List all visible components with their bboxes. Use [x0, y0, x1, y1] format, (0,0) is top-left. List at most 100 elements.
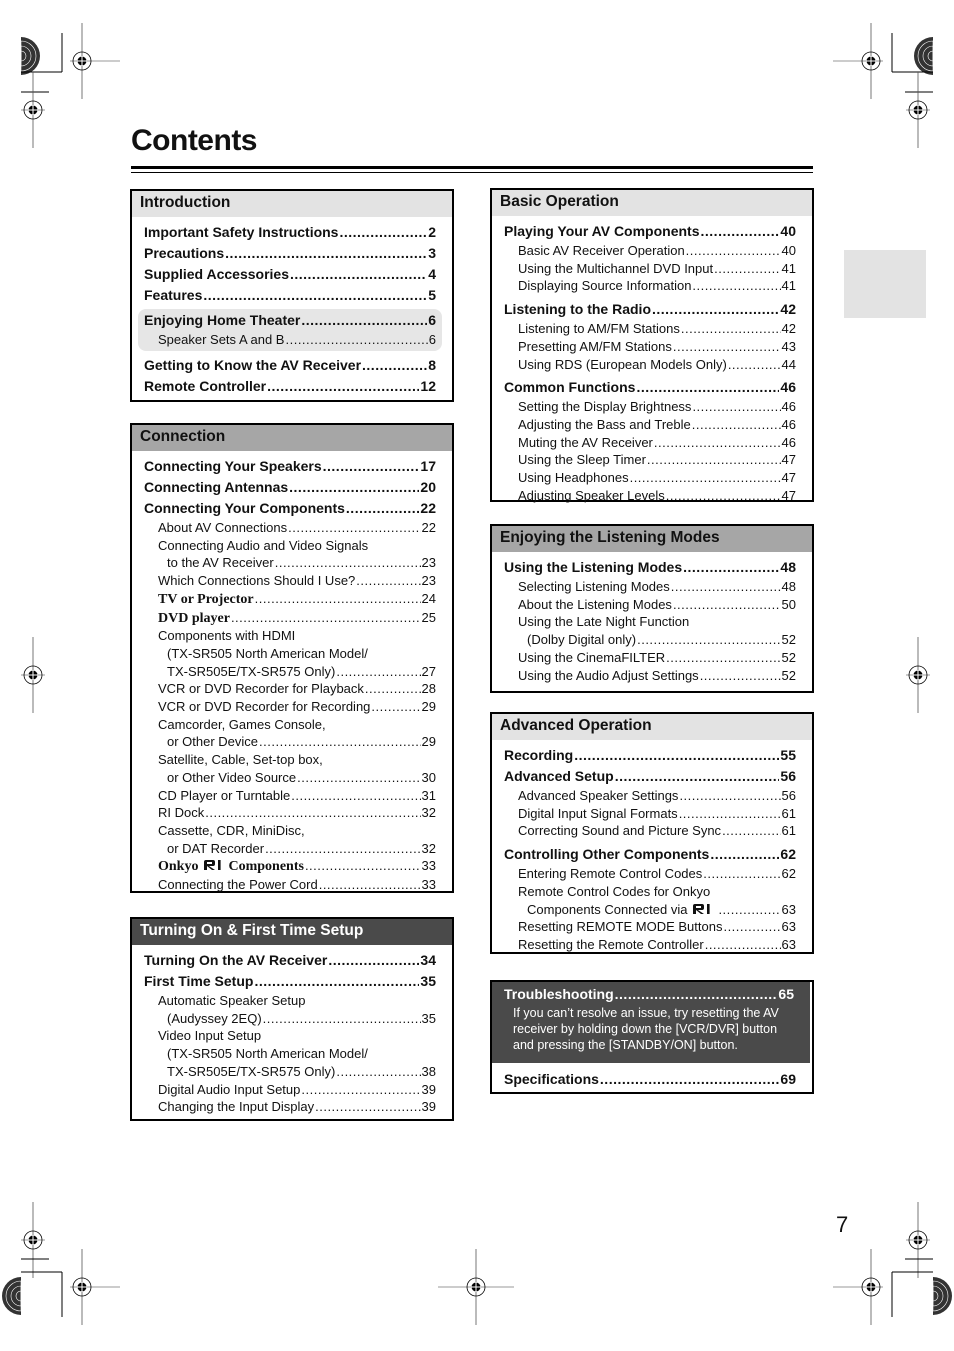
dot-leader: [671, 578, 781, 596]
toc-page-number: 42: [780, 301, 796, 318]
toc-entry[interactable]: Listening to the Radio 42: [504, 299, 796, 320]
dot-leader: [722, 822, 780, 840]
toc-entry-title: First Time Setup: [144, 973, 254, 989]
toc-subentry[interactable]: Digital Audio Input Setup 39: [144, 1081, 436, 1099]
toc-subentry[interactable]: or Other Device 29: [144, 733, 436, 751]
toc-subentry[interactable]: Speaker Sets A and B 6: [144, 331, 436, 349]
page-title: Contents: [131, 124, 258, 157]
toc-entry-title: Resetting the Remote Controller: [518, 936, 704, 952]
toc-subentry: (TX-SR505 North American Model/: [144, 645, 436, 663]
toc-subentry[interactable]: Connecting the Power Cord 33: [144, 876, 436, 894]
toc-subentry[interactable]: Which Connections Should I Use? 23: [144, 572, 436, 590]
toc-subentry[interactable]: TX-SR505E/TX-SR575 Only) 27: [144, 663, 436, 681]
toc-entry[interactable]: Features 5: [144, 285, 436, 306]
toc-entry[interactable]: Remote Controller 12: [144, 376, 436, 397]
toc-page-number: 62: [781, 866, 796, 882]
toc-subentry: Cassette, CDR, MiniDisc,: [144, 822, 436, 840]
toc-subentry[interactable]: Using Headphones 47: [504, 469, 796, 487]
toc-entry-title: Recording: [504, 747, 574, 763]
toc-subentry[interactable]: Listening to AM/FM Stations 42: [504, 320, 796, 338]
toc-page-number: 35: [421, 1010, 436, 1026]
section-body: Using the Listening Modes48Selecting Lis…: [492, 552, 812, 690]
toc-subentry[interactable]: Using the Audio Adjust Settings 52: [504, 667, 796, 685]
toc-entry-title: Enjoying Home Theater: [144, 312, 301, 328]
toc-subentry[interactable]: or Other Video Source 30: [144, 769, 436, 787]
toc-entry[interactable]: Important Safety Instructions 2: [144, 222, 436, 243]
toc-entry[interactable]: Connecting Your Speakers 17: [144, 456, 436, 477]
toc-subentry[interactable]: About the Listening Modes 50: [504, 596, 796, 614]
toc-entry[interactable]: Specifications 69: [504, 1069, 796, 1090]
toc-subentry[interactable]: TX-SR505E/TX-SR575 Only) 38: [144, 1063, 436, 1081]
toc-subentry[interactable]: Entering Remote Control Codes 62: [504, 865, 796, 883]
toc-subentry[interactable]: Using the Multichannel DVD Input 41: [504, 260, 796, 278]
toc-subentry[interactable]: Using the CinemaFILTER 52: [504, 649, 796, 667]
toc-subentry[interactable]: Setting the Display Brightness 46: [504, 398, 796, 416]
toc-subentry[interactable]: Advanced Speaker Settings 56: [504, 787, 796, 805]
dot-leader: [255, 590, 421, 608]
toc-section-turning-on-first-time-setup: Turning On & First Time Setup Turning On …: [130, 917, 454, 1121]
toc-entry[interactable]: Common Functions 46: [504, 377, 796, 398]
toc-entry[interactable]: Connecting Antennas 20: [144, 477, 436, 498]
toc-entry[interactable]: Enjoying Home Theater 6: [144, 310, 436, 331]
toc-subentry[interactable]: Resetting REMOTE MODE Buttons 63: [504, 918, 796, 936]
toc-entry[interactable]: Getting to Know the AV Receiver 8: [144, 355, 436, 376]
toc-entry-title: Listening to AM/FM Stations: [518, 321, 680, 337]
toc-page-number: 33: [421, 877, 436, 893]
toc-subentry: Camcorder, Games Console,: [144, 716, 436, 734]
toc-entry[interactable]: Advanced Setup 56: [504, 766, 796, 787]
toc-page-number: 42: [781, 321, 796, 337]
toc-subentry[interactable]: (Dolby Digital only) 52: [504, 631, 796, 649]
toc-subentry[interactable]: Presetting AM/FM Stations 43: [504, 338, 796, 356]
toc-entry[interactable]: Controlling Other Components 62: [504, 844, 796, 865]
toc-subentry[interactable]: Muting the AV Receiver 46: [504, 434, 796, 452]
section-body: Recording55Advanced Setup56Advanced Spea…: [492, 740, 812, 960]
toc-subentry[interactable]: Using RDS (European Models Only) 44: [504, 356, 796, 374]
toc-subentry[interactable]: RI Dock 32: [144, 804, 436, 822]
highlighted-entry-group: Enjoying Home Theater6Speaker Sets A and…: [138, 309, 442, 351]
toc-entry-title: Connecting Audio and Video Signals: [158, 537, 369, 553]
toc-entry-title: Components Connected via: [527, 901, 717, 919]
toc-page-number: 32: [421, 805, 436, 821]
toc-subentry[interactable]: Changing the Input Display 39: [144, 1098, 436, 1116]
toc-entry[interactable]: Turning On the AV Receiver 34: [144, 950, 436, 971]
toc-subentry[interactable]: VCR or DVD Recorder for Recording 29: [144, 698, 436, 716]
toc-subentry[interactable]: DVD player 25: [144, 609, 436, 628]
toc-subentry[interactable]: or DAT Recorder 32: [144, 840, 436, 858]
toc-entry[interactable]: Recording 55: [504, 745, 796, 766]
toc-subentry[interactable]: Correcting Sound and Picture Sync 61: [504, 822, 796, 840]
title-rule-thick: [131, 166, 813, 169]
toc-entry[interactable]: Connecting Your Components 22: [144, 498, 436, 519]
toc-entry-title: Selecting Listening Modes: [518, 579, 670, 594]
toc-entry[interactable]: Playing Your AV Components 40: [504, 221, 796, 242]
toc-subentry[interactable]: CD Player or Turntable 31: [144, 787, 436, 805]
toc-subentry[interactable]: Components Connected via 63: [504, 901, 796, 919]
page-number: 7: [836, 1212, 849, 1237]
toc-subentry[interactable]: Resetting the Remote Controller 63: [504, 936, 796, 954]
toc-subentry[interactable]: Using the Sleep Timer 47: [504, 451, 796, 469]
toc-subentry[interactable]: About AV Connections 22: [144, 519, 436, 537]
dot-leader: [231, 609, 421, 627]
toc-entry-title: Features: [144, 287, 203, 303]
dot-leader: [291, 787, 420, 805]
toc-entry[interactable]: Supplied Accessories 4: [144, 264, 436, 285]
toc-subentry[interactable]: (Audyssey 2EQ) 35: [144, 1010, 436, 1028]
toc-entry-title: Getting to Know the AV Receiver: [144, 356, 362, 373]
toc-subentry[interactable]: Basic AV Receiver Operation 40: [504, 242, 796, 260]
toc-subentry[interactable]: Displaying Source Information 41: [504, 277, 796, 295]
toc-subentry[interactable]: Adjusting Speaker Levels 47: [504, 487, 796, 505]
toc-subentry[interactable]: Adjusting the Bass and Treble 46: [504, 416, 796, 434]
toc-page-number: 56: [780, 768, 796, 784]
toc-page-number: 44: [781, 356, 796, 372]
toc-entry-title: (TX-SR505 North American Model/: [167, 645, 368, 661]
toc-entry[interactable]: Using the Listening Modes 48: [504, 557, 796, 578]
toc-subentry[interactable]: Digital Input Signal Formats 61: [504, 805, 796, 823]
toc-entry[interactable]: First Time Setup 35: [144, 971, 436, 992]
toc-entry-troubleshooting[interactable]: Troubleshooting 65: [504, 984, 794, 1005]
toc-subentry[interactable]: OnkyoComponents 33: [144, 857, 436, 876]
toc-subentry[interactable]: to the AV Receiver 23: [144, 554, 436, 572]
toc-section-enjoying-the-listening-modes: Enjoying the Listening Modes Using the Li…: [490, 524, 814, 693]
toc-subentry[interactable]: VCR or DVD Recorder for Playback 28: [144, 680, 436, 698]
toc-subentry[interactable]: TV or Projector 24: [144, 590, 436, 609]
toc-entry[interactable]: Precautions 3: [144, 243, 436, 264]
toc-subentry[interactable]: Selecting Listening Modes 48: [504, 578, 796, 596]
